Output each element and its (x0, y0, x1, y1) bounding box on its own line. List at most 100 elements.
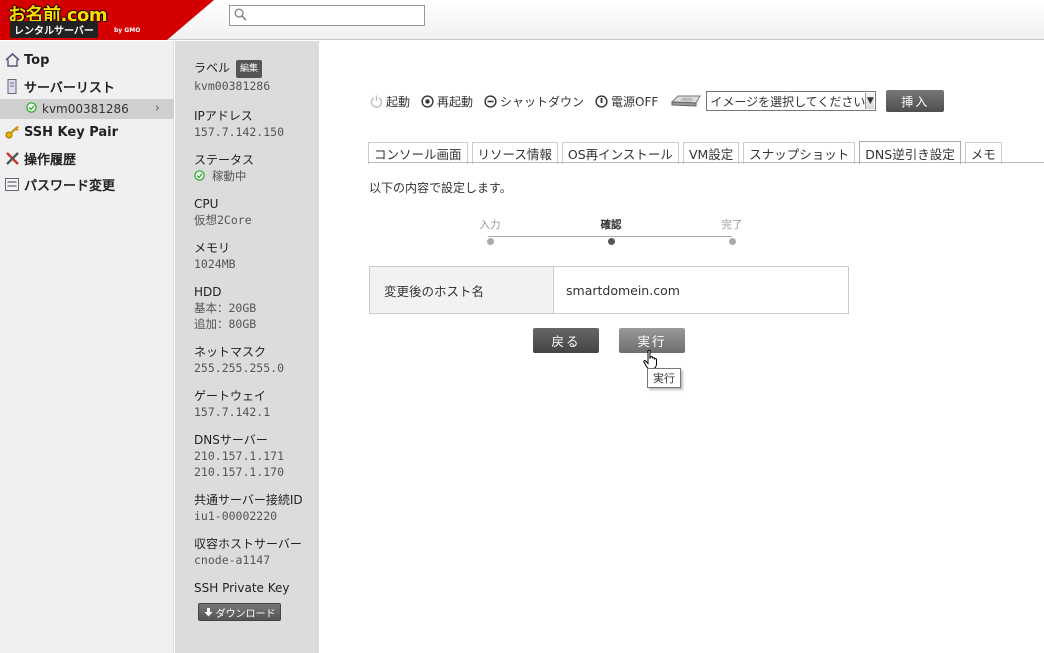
info-label: ラベル 編集 kvm00381286 (194, 60, 270, 94)
status-text: 稼動中 (211, 169, 247, 183)
sidebar-item-label: サーバーリスト (24, 80, 115, 96)
disc-drive-icon (671, 95, 702, 107)
start-label: 起動 (386, 94, 411, 109)
step-input: 入力 (470, 217, 510, 245)
info-value: iu1-00002220 (194, 509, 278, 523)
edit-button[interactable]: 編集 (236, 60, 263, 78)
status-ok-icon (26, 102, 37, 116)
server-name: kvm00381286 (42, 102, 129, 116)
info-netmask: ネットマスク 255.255.255.0 (194, 344, 284, 376)
step-dot (486, 238, 494, 245)
status-ok-icon (194, 170, 205, 181)
start-button[interactable]: 起動 (369, 93, 410, 110)
info-value: 1024MB (194, 257, 236, 271)
info-memory: メモリ 1024MB (194, 240, 236, 272)
brand-logo[interactable]: お名前.com レンタルサーバー by GMO (0, 0, 214, 40)
server-icon (4, 78, 20, 94)
logo-gmo: by GMO (114, 27, 141, 34)
step-dot (607, 238, 615, 245)
info-value: 157.7.142.1 (194, 405, 271, 419)
info-key: 収容ホストサーバー (194, 537, 302, 551)
download-label: ダウンロード (215, 608, 276, 620)
progress-stepper: 入力 確認 完了 (470, 217, 752, 247)
form-icon (4, 176, 20, 192)
info-dns: DNSサーバー 210.157.1.171 210.157.1.170 (194, 432, 284, 480)
sidebar-item-server-list[interactable]: サーバーリスト (0, 74, 174, 98)
info-key: DNSサーバー (194, 433, 268, 447)
restart-label: 再起動 (437, 94, 474, 109)
info-hdd: HDD 基本：20GB 追加：80GB (194, 284, 256, 332)
power-off-icon (594, 94, 608, 108)
info-key: ラベル (194, 61, 231, 75)
tab-item[interactable]: リソース情報 (471, 142, 558, 164)
sidebar-item-server[interactable]: kvm00381286 › (0, 99, 174, 119)
tab-bar: コンソール画面 リソース情報 OS再インストール VM設定 スナップショット DNS逆引き… (368, 141, 1006, 164)
search-box[interactable] (229, 5, 425, 26)
sidebar-item-label: SSH Key Pair (24, 124, 119, 140)
tab-item[interactable]: DNS逆引き設定 (859, 141, 961, 164)
field-label: 変更後のホスト名 (370, 267, 554, 313)
back-button[interactable]: 戻る (533, 328, 599, 353)
image-select-value: イメージを選択してください (710, 94, 866, 109)
shutdown-label: シャットダウン (500, 94, 585, 109)
info-value: 追加：80GB (194, 317, 257, 331)
info-key: 共通サーバー接続ID (194, 493, 303, 507)
info-key: ネットマスク (194, 345, 267, 359)
sidebar-item-password[interactable]: パスワード変更 (0, 172, 174, 196)
info-value: 157.7.142.150 (194, 125, 285, 139)
info-value: 稼動中 (194, 168, 254, 184)
tools-icon (4, 150, 20, 166)
info-value: 仮想2Core (194, 213, 252, 227)
tab-item[interactable]: メモ (964, 142, 1002, 164)
field-value: smartdomein.com (566, 282, 680, 298)
restart-icon (420, 94, 434, 108)
tab-item[interactable]: スナップショット (743, 142, 856, 164)
instructions-text: 以下の内容で設定します。 (369, 181, 512, 195)
info-value: 255.255.255.0 (194, 361, 285, 375)
key-icon (4, 124, 20, 140)
download-icon (204, 607, 212, 616)
sidebar-item-ssh-key[interactable]: SSH Key Pair (0, 120, 174, 144)
tab-item[interactable]: OS再インストール (561, 142, 679, 164)
tab-item[interactable]: VM設定 (682, 142, 740, 164)
info-key: IPアドレス (194, 109, 253, 123)
info-ip: IPアドレス 157.7.142.150 (194, 108, 284, 140)
sidebar-item-top[interactable]: Top (0, 48, 174, 72)
power-icon (369, 94, 383, 108)
info-value: 基本：20GB (194, 301, 257, 315)
step-dot (728, 238, 736, 245)
info-value: 210.157.1.170 (194, 465, 285, 479)
info-value: kvm00381286 (194, 79, 271, 93)
insert-button[interactable]: 挿入 (886, 90, 945, 112)
step-label: 入力 (479, 219, 501, 231)
info-key: メモリ (194, 241, 231, 255)
confirm-table: 変更後のホスト名 smartdomein.com (369, 266, 849, 314)
restart-button[interactable]: 再起動 (420, 93, 473, 110)
header: お名前.com レンタルサーバー by GMO (0, 0, 1044, 40)
sidebar-item-label: パスワード変更 (24, 178, 116, 194)
info-key: ゲートウェイ (194, 389, 267, 403)
info-gateway: ゲートウェイ 157.7.142.1 (194, 388, 270, 420)
info-key: SSH Private Key (194, 581, 290, 595)
home-icon (4, 52, 20, 68)
search-input[interactable] (250, 7, 420, 24)
sidebar-item-label: 操作履歴 (24, 152, 77, 168)
server-info-panel: ラベル 編集 kvm00381286 IPアドレス 157.7.142.150 ス… (175, 41, 319, 653)
info-cpu: CPU 仮想2Core (194, 196, 252, 228)
power-off-button[interactable]: 電源OFF (594, 93, 658, 110)
info-ssh-private-key: SSH Private Key (194, 580, 289, 596)
download-button[interactable]: ダウンロード (198, 603, 281, 621)
tab-item[interactable]: コンソール画面 (368, 142, 468, 164)
main-content: 起動 再起動 シャットダウン 電源OFF イメージを選択してください ▼ 挿入 … (320, 41, 1044, 653)
sidebar-item-label: Top (24, 52, 50, 68)
info-key: HDD (194, 285, 222, 299)
shutdown-button[interactable]: シャットダウン (483, 93, 584, 110)
info-shared-id: 共通サーバー接続ID iu1-00002220 (194, 492, 303, 524)
chevron-down-icon: ▼ (865, 93, 875, 109)
power-controls: 起動 再起動 シャットダウン 電源OFF イメージを選択してください ▼ 挿入 (369, 90, 945, 112)
image-select[interactable]: イメージを選択してください ▼ (706, 91, 877, 111)
info-value: cnode-a1147 (194, 553, 271, 567)
sidebar-item-history[interactable]: 操作履歴 (0, 146, 174, 170)
info-host-server: 収容ホストサーバー cnode-a1147 (194, 536, 302, 568)
info-key: CPU (194, 197, 219, 211)
